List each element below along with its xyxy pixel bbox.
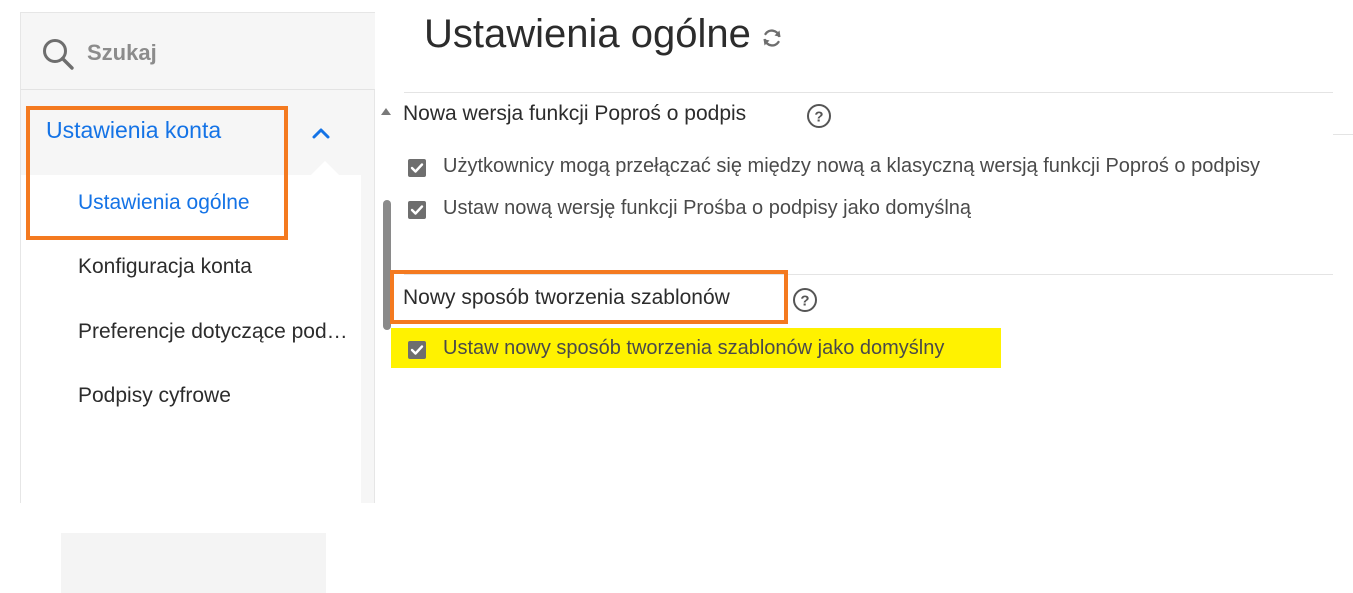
section-title-template-creation: Nowy sposób tworzenia szablonów (403, 286, 730, 309)
nav-group-label: Ustawienia konta (46, 117, 222, 143)
checkbox-new-version-default[interactable] (408, 201, 426, 219)
faded-nav-item (61, 533, 326, 593)
sidebar-item-general-settings[interactable]: Ustawienia ogólne (78, 191, 358, 215)
checkmark-icon (410, 163, 424, 173)
divider (1333, 134, 1353, 135)
checkbox-new-template-default[interactable] (408, 341, 426, 359)
nav-group-header[interactable]: Ustawienia konta (21, 91, 361, 175)
checkbox-label: Użytkownicy mogą przełączać się między n… (443, 155, 1261, 177)
sidebar-item-signature-preferences[interactable]: Preferencje dotyczące podpisu (78, 320, 358, 344)
chevron-up-icon[interactable] (309, 121, 333, 145)
nav-notch (311, 161, 339, 175)
checkmark-icon (410, 345, 424, 355)
help-icon[interactable]: ? (806, 103, 832, 129)
search-input[interactable] (87, 37, 347, 69)
sidebar-item-digital-signatures[interactable]: Podpisy cyfrowe (78, 384, 358, 408)
divider (404, 274, 1333, 275)
main-content: Ustawienia ogólne Nowa wersja funkcji Po… (376, 0, 1353, 503)
page-title: Ustawienia ogólne (424, 12, 751, 56)
sidebar-item-account-setup[interactable]: Konfiguracja konta (78, 255, 358, 279)
section-title-request-signature: Nowa wersja funkcji Poproś o podpis (403, 102, 747, 125)
svg-text:?: ? (814, 109, 823, 126)
refresh-icon[interactable] (760, 26, 784, 50)
sidebar: Ustawienia konta Ustawienia ogólne Konfi… (20, 12, 391, 593)
divider (404, 92, 1333, 93)
nav-items: Ustawienia ogólne Konfiguracja konta Pre… (21, 175, 361, 593)
help-icon[interactable]: ? (792, 287, 818, 313)
svg-text:?: ? (800, 293, 809, 310)
checkbox-toggle-versions[interactable] (408, 159, 426, 177)
search-icon (43, 39, 74, 70)
search-bar (21, 13, 375, 90)
checkmark-icon (410, 205, 424, 215)
checkbox-label: Ustaw nowy sposób tworzenia szablonów ja… (443, 337, 945, 359)
checkbox-label: Ustaw nową wersję funkcji Prośba o podpi… (443, 197, 972, 219)
